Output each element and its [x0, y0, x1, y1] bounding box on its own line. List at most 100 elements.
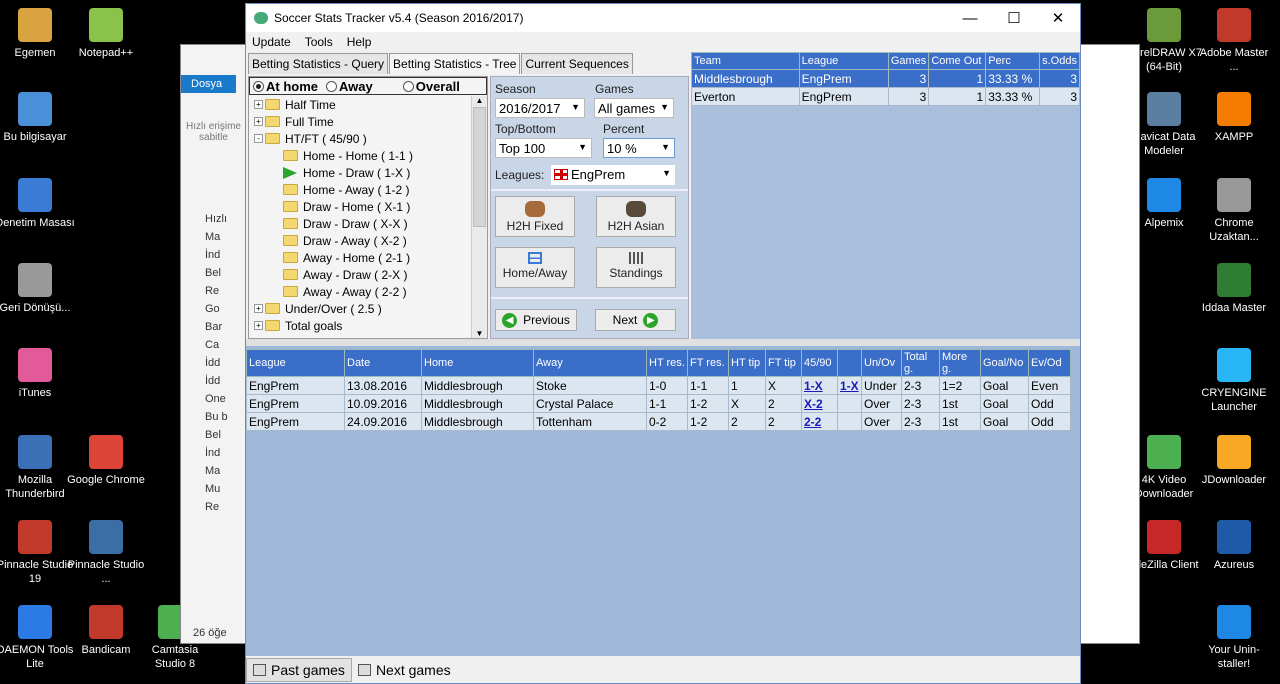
radio-away[interactable]: Away [326, 79, 373, 94]
table-row[interactable]: EngPrem 24.09.2016 Middlesbrough Tottenham 0… [246, 412, 1071, 431]
explorer-nav-item[interactable]: Go [205, 303, 246, 321]
radio-overall[interactable]: Overall [402, 79, 460, 94]
explorer-nav-item[interactable]: İdd [205, 357, 246, 375]
column-header[interactable]: FT res. [687, 349, 729, 377]
explorer-nav-item[interactable]: İnd [205, 447, 246, 465]
minimize-button[interactable]: — [948, 10, 992, 27]
explorer-file-tab[interactable]: Dosya [181, 75, 236, 93]
tree-node[interactable]: Draw - Draw ( X-X ) [249, 215, 471, 232]
explorer-nav-item[interactable]: Ma [205, 465, 246, 483]
column-header[interactable]: HT res. [646, 349, 688, 377]
desktop-icon[interactable]: CRYENGINE Launcher [1194, 348, 1274, 414]
desktop-icon[interactable]: Geri Dönüşü... [0, 263, 75, 315]
expand-icon[interactable]: + [254, 117, 263, 126]
column-header[interactable]: Ev/Od [1028, 349, 1071, 377]
column-header[interactable]: Games [887, 52, 930, 70]
tab-next-games[interactable]: Next games [352, 659, 457, 681]
close-button[interactable]: ✕ [1036, 9, 1080, 27]
explorer-nav-item[interactable]: Hızlı [205, 213, 246, 231]
column-header[interactable]: League [246, 349, 345, 377]
desktop-icon[interactable]: Pinnacle Studio 19 [0, 520, 75, 586]
percent-select[interactable]: 10 % [603, 138, 675, 158]
radio-at-home[interactable]: At home [253, 79, 318, 94]
explorer-nav-item[interactable]: Re [205, 501, 246, 519]
desktop-icon[interactable]: Google Chrome [66, 435, 146, 487]
table-row[interactable]: Middlesbrough EngPrem 3 1 33.33 % 3 [691, 69, 1080, 88]
tree-node[interactable]: Away - Draw ( 2-X ) [249, 266, 471, 283]
tree-node[interactable]: + Under/Over ( 2.5 ) [249, 300, 471, 317]
topbottom-select[interactable]: Top 100 [495, 138, 592, 158]
desktop-icon[interactable]: Mozilla Thunderbird [0, 435, 75, 501]
next-button[interactable]: Next ▶ [595, 309, 676, 331]
desktop-icon[interactable]: Adobe Master ... [1194, 8, 1274, 74]
league-select[interactable]: EngPrem [551, 165, 675, 185]
explorer-nav-item[interactable]: Re [205, 285, 246, 303]
splitter[interactable] [246, 339, 1080, 346]
desktop-icon[interactable]: Azureus [1194, 520, 1274, 572]
tree-node[interactable]: Home - Draw ( 1-X ) [249, 164, 471, 181]
column-header[interactable] [837, 349, 862, 377]
table-cell[interactable]: 1-X [801, 376, 838, 395]
desktop-icon[interactable]: Bandicam [66, 605, 146, 657]
desktop-icon[interactable]: Notepad++ [66, 8, 146, 60]
desktop-icon[interactable]: Denetim Masası [0, 178, 75, 230]
previous-button[interactable]: ◀ Previous [495, 309, 577, 331]
explorer-nav-item[interactable]: Bu b [205, 411, 246, 429]
season-select[interactable]: 2016/2017 [495, 98, 585, 118]
tab-betting-query[interactable]: Betting Statistics - Query [248, 53, 389, 74]
tree-node[interactable]: + Total goals [249, 317, 471, 334]
column-header[interactable]: Away [533, 349, 647, 377]
explorer-nav-item[interactable]: Ma [205, 231, 246, 249]
explorer-nav-item[interactable]: Bel [205, 429, 246, 447]
tree-node[interactable]: Home - Home ( 1-1 ) [249, 147, 471, 164]
tree-node[interactable]: Away - Home ( 2-1 ) [249, 249, 471, 266]
desktop-icon[interactable]: Pinnacle Studio ... [66, 520, 146, 586]
column-header[interactable]: Un/Ov [861, 349, 902, 377]
table-row[interactable]: EngPrem 13.08.2016 Middlesbrough Stoke 1-0 1-… [246, 376, 1071, 395]
column-header[interactable]: s.Odds [1039, 52, 1080, 70]
tab-betting-tree[interactable]: Betting Statistics - Tree [389, 53, 521, 74]
explorer-nav-item[interactable]: Mu [205, 483, 246, 501]
explorer-nav-item[interactable]: One [205, 393, 246, 411]
menu-update[interactable]: Update [252, 35, 291, 49]
tree-node[interactable]: + Half Time [249, 96, 471, 113]
tree-node[interactable]: + Full Time [249, 113, 471, 130]
maximize-button[interactable]: ☐ [992, 9, 1036, 27]
desktop-icon[interactable]: iTunes [0, 348, 75, 400]
column-header[interactable]: Goal/No [980, 349, 1029, 377]
collapse-icon[interactable]: - [254, 134, 263, 143]
explorer-nav-item[interactable]: İnd [205, 249, 246, 267]
expand-icon[interactable]: + [254, 100, 263, 109]
tab-current-sequences[interactable]: Current Sequences [521, 53, 633, 74]
tree-node[interactable]: Draw - Home ( X-1 ) [249, 198, 471, 215]
pin-quick-access[interactable]: Hızlı erişime sabitle [181, 93, 246, 143]
expand-icon[interactable]: + [254, 321, 263, 330]
standings-button[interactable]: Standings [596, 247, 676, 288]
table-cell[interactable]: X-2 [801, 394, 838, 413]
column-header[interactable]: Come Out [928, 52, 987, 70]
tree-node[interactable]: Draw - Away ( X-2 ) [249, 232, 471, 249]
table-row[interactable]: EngPrem 10.09.2016 Middlesbrough Crystal Pa… [246, 394, 1071, 413]
desktop-icon[interactable]: Egemen [0, 8, 75, 60]
menu-help[interactable]: Help [347, 35, 372, 49]
desktop-icon[interactable]: DAEMON Tools Lite [0, 605, 75, 671]
column-header[interactable]: FT tip [765, 349, 802, 377]
menu-tools[interactable]: Tools [305, 35, 333, 49]
column-header[interactable]: More g. [939, 349, 981, 377]
column-header[interactable]: Home [421, 349, 534, 377]
desktop-icon[interactable]: Iddaa Master [1194, 263, 1274, 315]
column-header[interactable]: Team [691, 52, 800, 70]
table-cell[interactable]: 2-2 [801, 412, 838, 431]
h2h-fixed-button[interactable]: H2H Fixed [495, 196, 575, 237]
desktop-icon[interactable]: Chrome Uzaktan... [1194, 178, 1274, 244]
explorer-nav-item[interactable]: Ca [205, 339, 246, 357]
desktop-icon[interactable]: Bu bilgisayar [0, 92, 75, 144]
column-header[interactable]: League [798, 52, 889, 70]
column-header[interactable]: HT tip [728, 349, 766, 377]
explorer-nav-item[interactable]: Bel [205, 267, 246, 285]
table-row[interactable]: Everton EngPrem 3 1 33.33 % 3 [691, 87, 1080, 106]
column-header[interactable]: Total g. [901, 349, 940, 377]
desktop-icon[interactable]: XAMPP [1194, 92, 1274, 144]
explorer-nav-item[interactable]: İdd [205, 375, 246, 393]
h2h-asian-button[interactable]: H2H Asian [596, 196, 676, 237]
